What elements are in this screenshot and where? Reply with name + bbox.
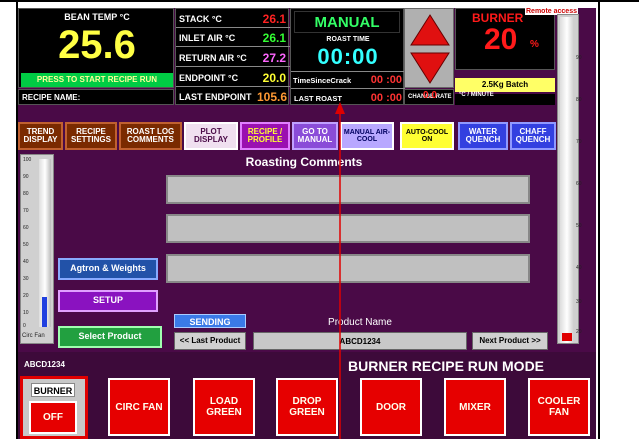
tab-roast-log-comments[interactable]: ROAST LOG COMMENTS [119,122,182,150]
left-tick-30: 30 [23,276,29,282]
right-gauge-track [560,17,574,343]
burner-toggle-title: BURNER [31,383,75,397]
left-tick-10: 10 [23,310,29,316]
time-since-crack-label: TimeSinceCrack [293,76,352,85]
endpoint-label: ENDPOINT °C [179,73,239,83]
left-tick-20: 20 [23,293,29,299]
right-tick-50: 50 [576,223,582,229]
left-tick-60: 60 [23,225,29,231]
burner-adjust-panel [404,8,454,88]
product-name-field[interactable]: ABCD1234 [253,332,467,350]
recipe-name-bar: RECIPE NAME: [18,89,174,105]
tab-plot-display[interactable]: PLOT DISPLAY [184,122,238,150]
right-tick-90: 90 [576,55,582,61]
last-product-button[interactable]: << Last Product [174,332,246,350]
burner-state: OFF [29,401,77,434]
bean-temp-label: BEAN TEMP °C [64,12,130,22]
last-endpoint-label: LAST ENDPOINT [179,92,252,102]
footer-code: ABCD1234 [24,360,65,369]
reading-row-return: RETURN AIR °C 27.2 [176,47,290,67]
reading-row-endpoint: ENDPOINT °C 20.0 [176,67,290,87]
left-tick-40: 40 [23,259,29,265]
bean-temp-panel: BEAN TEMP °C 25.6 PRESS TO START RECIPE … [18,8,174,88]
cooler-fan-button[interactable]: COOLER FAN [528,378,590,436]
frame-line-top [0,0,639,2]
run-mode-label: BURNER RECIPE RUN MODE [348,358,545,374]
mixer-button[interactable]: MIXER [444,378,506,436]
agtron-weights-button[interactable]: Agtron & Weights [58,258,158,280]
reading-row-stack: STACK °C 26.1 [176,9,290,28]
right-tick-70: 70 [576,139,582,145]
tab-auto-cool[interactable]: AUTO-COOL ON [400,122,454,150]
return-air-value: 27.2 [262,51,286,65]
left-tick-50: 50 [23,242,29,248]
hmi-screen: BEAN TEMP °C 25.6 PRESS TO START RECIPE … [18,8,596,439]
burner-down-button[interactable] [409,51,451,90]
tab-trend-display[interactable]: TREND DISPLAY [18,122,63,150]
roasting-comments-title: Roasting Comments [245,155,363,169]
frame-line-right [598,0,600,439]
tab-water-quench[interactable]: WATER QUENCH [458,122,508,150]
reading-row-inlet: INLET AIR °C 26.1 [176,28,290,47]
stack-label: STACK °C [179,14,222,24]
last-endpoint-value: 105.6 [256,90,287,104]
stack-value: 26.1 [262,12,286,26]
burner-up-button[interactable] [409,13,451,52]
door-button[interactable]: DOOR [360,378,422,436]
right-tick-20: 20 [576,329,582,335]
circ-fan-button[interactable]: CIRC FAN [108,378,170,436]
next-product-button[interactable]: Next Product >> [472,332,548,350]
left-tick-100: 100 [23,157,32,163]
inlet-air-value: 26.1 [262,31,286,45]
right-tick-60: 60 [576,181,582,187]
start-recipe-button[interactable]: PRESS TO START RECIPE RUN [21,73,173,87]
left-tick-90: 90 [23,174,29,180]
reading-row-last-endpoint: LAST ENDPOINT 105.6 [176,87,290,106]
readings-panel: STACK °C 26.1 INLET AIR °C 26.1 RETURN A… [175,8,290,106]
right-tick-80: 80 [576,97,582,103]
annotation-arrow-icon [335,102,345,439]
right-tick-30: 30 [576,299,582,305]
endpoint-value: 20.0 [262,71,286,85]
roast-time-label: ROAST TIME [326,36,370,43]
time-since-crack-value: 00 :00 [370,74,402,86]
load-green-button[interactable]: LOAD GREEN [193,378,255,436]
burner-panel: BURNER 20 % [455,8,555,70]
time-since-crack-row: TimeSinceCrack 00 :00 [291,71,405,88]
bean-temp-value: 25.6 [58,23,136,67]
burner-toggle-button[interactable]: BURNER OFF [20,376,88,439]
left-tick-0: 0 [23,323,26,329]
arrow-down-icon [410,52,450,84]
select-product-button[interactable]: Select Product [58,326,162,348]
roast-time-value: 00:00 [317,44,379,69]
burner-unit: % [530,39,539,50]
tab-recipe-settings[interactable]: RECIPE SETTINGS [65,122,117,150]
change-rate-unit: °C / MINUTE [459,92,494,98]
roast-time-panel: MANUAL ROAST TIME 00:00 TimeSinceCrack 0… [290,8,405,105]
batch-size-label: 2.5Kg Batch [455,78,555,92]
recipe-name-label: RECIPE NAME: [22,93,81,102]
change-rate-value: 0.0 [423,90,437,101]
change-rate-panel: 0.0 °C / MINUTE [423,90,555,105]
inlet-air-label: INLET AIR °C [179,33,236,43]
tab-recipe-profile[interactable]: RECIPE / PROFILE [240,122,290,150]
circ-fan-label: Circ Fan [22,333,45,339]
tab-chaff-quench[interactable]: CHAFF QUENCH [510,122,556,150]
right-gauge: 90 80 70 60 50 40 30 20 [557,14,582,344]
setup-button[interactable]: SETUP [58,290,158,312]
return-air-label: RETURN AIR °C [179,53,247,63]
left-tick-70: 70 [23,208,29,214]
arrow-up-icon [410,14,450,46]
last-roast-value: 00 :00 [370,92,402,104]
tab-row: TREND DISPLAY RECIPE SETTINGS ROAST LOG … [18,122,558,150]
right-gauge-fill [562,333,572,341]
circ-fan-gauge-fill [42,297,47,327]
burner-value: 20 [484,23,518,56]
product-name-label: Product Name [328,317,392,328]
sending-indicator: SENDING [174,314,246,328]
right-tick-40: 40 [576,265,582,271]
left-tick-80: 80 [23,191,29,197]
mode-indicator: MANUAL [294,11,400,33]
circ-fan-gauge: 100 90 80 70 60 50 40 30 20 10 0 Circ Fa… [20,154,54,344]
